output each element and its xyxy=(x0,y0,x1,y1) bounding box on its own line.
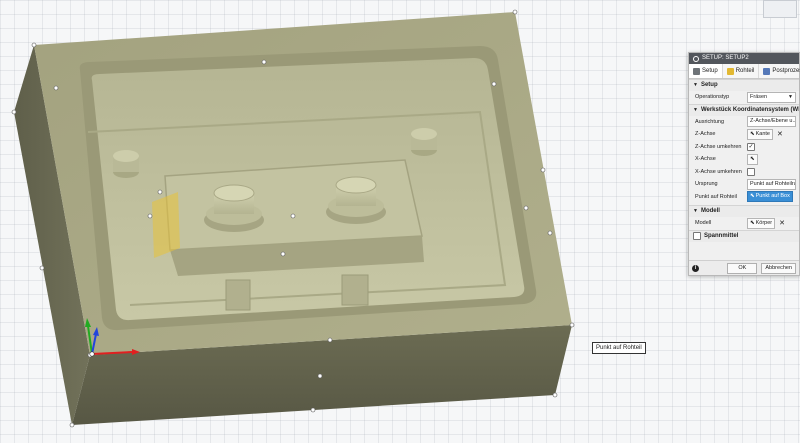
section-wcs-title: Werkstück Koordinatensystem (WKS) xyxy=(700,106,799,113)
pick-point xyxy=(147,213,153,219)
flip-x-row: X-Achse umkehren xyxy=(689,166,799,179)
x-axis-row: X-Achse ⬉ xyxy=(689,153,799,166)
orientation-value: Z-Achse/Ebene u... xyxy=(750,118,796,125)
ok-button[interactable]: OK xyxy=(727,262,758,274)
pick-point xyxy=(280,251,286,257)
operation-type-row: Operationstyp Fräsen ▼ xyxy=(689,91,799,104)
dialog-footer: i OK Abbrechen xyxy=(689,260,799,275)
flip-x-checkbox[interactable] xyxy=(747,167,755,176)
x-axis-label: X-Achse xyxy=(695,156,716,163)
tab-stock[interactable]: Rohteil xyxy=(723,64,760,78)
operation-type-value: Fräsen xyxy=(750,93,768,100)
section-wcs-header[interactable]: ▼ Werkstück Koordinatensystem (WKS) xyxy=(689,103,799,116)
operation-type-select[interactable]: Fräsen ▼ xyxy=(747,91,796,103)
pick-point xyxy=(540,167,546,173)
tab-setup[interactable]: Setup xyxy=(689,64,723,78)
stock-tab-icon xyxy=(726,67,734,75)
stock-point-select-button[interactable]: ⬉ Punkt auf Box xyxy=(747,191,793,203)
corner-pin-right xyxy=(411,128,437,156)
cursor-arrow-icon: ⬉ xyxy=(750,130,755,137)
channel-slot-left xyxy=(225,279,251,311)
cursor-arrow-icon: ⬉ xyxy=(750,219,755,226)
stock-point-row: Punkt auf Rohteil ⬉ Punkt auf Box xyxy=(689,191,799,204)
pick-point xyxy=(552,392,558,398)
cursor-arrow-icon: ⬉ xyxy=(750,155,755,162)
pick-point xyxy=(547,230,553,236)
pick-point xyxy=(569,322,575,328)
setup-dialog: SETUP: SETUP2 Setup Rohteil Postprozess … xyxy=(688,52,800,276)
section-model-header[interactable]: ▼ Modell xyxy=(689,205,799,217)
cursor-arrow-icon: ⬉ xyxy=(750,193,755,200)
setup-gear-icon xyxy=(693,55,699,62)
model-value: Körper xyxy=(755,219,773,226)
stock-model-3d[interactable] xyxy=(0,0,800,441)
flip-x-label: X-Achse umkehren xyxy=(695,168,742,175)
flip-z-checkbox[interactable]: ✓ xyxy=(747,142,755,151)
pick-point xyxy=(69,422,75,428)
section-setup-title: Setup xyxy=(700,82,718,88)
tab-stock-label: Rohteil xyxy=(735,68,755,74)
chevron-down-icon: ▼ xyxy=(693,82,698,88)
origin-select[interactable]: Punkt auf Rohteilra... ▼ xyxy=(747,178,796,190)
pick-point xyxy=(317,373,323,379)
channel-slot-right xyxy=(341,274,369,306)
postprocess-tab-icon xyxy=(763,67,771,75)
model-label: Modell xyxy=(695,220,712,227)
fixture-checkbox[interactable] xyxy=(693,232,701,240)
flip-z-label: Z-Achse umkehren xyxy=(695,143,742,150)
model-row: Modell ⬉ Körper ✕ xyxy=(689,217,799,230)
clear-model-icon[interactable]: ✕ xyxy=(779,219,785,228)
pick-point xyxy=(11,109,17,115)
pick-point xyxy=(327,337,333,343)
dialog-title-bar: SETUP: SETUP2 xyxy=(689,53,799,64)
info-icon[interactable]: i xyxy=(692,264,699,272)
pick-point xyxy=(157,189,163,195)
pick-point xyxy=(261,59,267,65)
clear-z-axis-icon[interactable]: ✕ xyxy=(777,130,783,139)
z-axis-label: Z-Achse xyxy=(695,131,716,138)
pick-point xyxy=(53,85,59,91)
tab-setup-label: Setup xyxy=(702,68,718,74)
cancel-button[interactable]: Abbrechen xyxy=(761,262,796,274)
pick-point xyxy=(31,42,37,48)
chevron-down-icon: ▼ xyxy=(693,208,698,214)
pick-point xyxy=(310,407,316,413)
pick-point xyxy=(491,81,497,87)
corner-pin-left xyxy=(113,150,139,178)
view-cube[interactable] xyxy=(763,0,797,18)
cad-viewport[interactable]: Punkt auf Rohteil xyxy=(0,0,800,441)
setup-tab-icon xyxy=(693,67,700,75)
operation-type-label: Operationstyp xyxy=(695,94,730,101)
dialog-tabs: Setup Rohteil Postprozess xyxy=(689,64,800,79)
pick-point xyxy=(39,265,45,271)
z-axis-value: Kante xyxy=(755,130,770,137)
z-axis-row: Z-Achse ⬉ Kante ✕ xyxy=(689,128,799,141)
section-fixture-header[interactable]: Spannmittel xyxy=(689,229,799,242)
section-fixture-title: Spannmittel xyxy=(704,232,739,239)
orientation-label: Ausrichtung xyxy=(695,118,725,125)
dropdown-arrow-icon: ▼ xyxy=(788,93,793,100)
model-select-button[interactable]: ⬉ Körper xyxy=(747,217,776,229)
cursor-tooltip: Punkt auf Rohteil xyxy=(592,342,646,354)
stock-point-value: Punkt auf Box xyxy=(755,193,790,200)
tab-postprocess-label: Postprozess xyxy=(772,68,800,74)
section-setup-header[interactable]: ▼ Setup xyxy=(689,79,799,91)
orientation-row: Ausrichtung Z-Achse/Ebene u... ▼ xyxy=(689,116,799,129)
origin-value: Punkt auf Rohteilra... xyxy=(750,180,795,187)
tab-postprocess[interactable]: Postprozess xyxy=(759,64,800,78)
flip-z-row: Z-Achse umkehren ✓ xyxy=(689,141,799,154)
pick-point xyxy=(523,205,529,211)
x-axis-select-button[interactable]: ⬉ xyxy=(747,153,758,165)
stock-point-label: Punkt auf Rohteil xyxy=(695,193,737,200)
chevron-down-icon: ▼ xyxy=(693,106,698,113)
z-axis-select-button[interactable]: ⬉ Kante xyxy=(747,128,773,140)
origin-label: Ursprung xyxy=(695,181,718,188)
dialog-title: SETUP: SETUP2 xyxy=(702,55,749,61)
pick-point xyxy=(512,9,518,15)
origin-row: Ursprung Punkt auf Rohteilra... ▼ xyxy=(689,178,799,191)
section-model-title: Modell xyxy=(700,208,720,214)
orientation-select[interactable]: Z-Achse/Ebene u... ▼ xyxy=(747,116,796,128)
pick-point xyxy=(290,213,296,219)
stock-point-highlight xyxy=(152,192,180,258)
